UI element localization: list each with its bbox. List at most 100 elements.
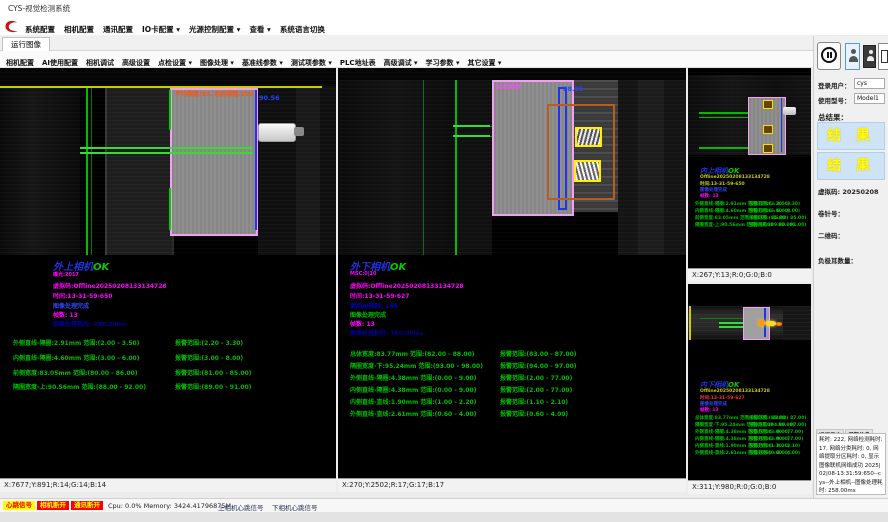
pause-icon xyxy=(821,47,837,63)
yellow-reference-line xyxy=(689,306,691,340)
barcode-line: Offline20250208133134728 xyxy=(700,175,770,180)
model-label: 使用型号： xyxy=(818,95,851,105)
tab-count-label: 负极耳数量： xyxy=(818,255,857,265)
right-view-statusbar: X:270;Y:2502;R:17;G:17;B:17 xyxy=(338,478,686,492)
tab-detect-box xyxy=(763,125,773,134)
ai-time-line: 使用AI耗时: 166 xyxy=(350,301,398,310)
log-output[interactable]: 耗时: 222, 网络检测耗时: 17, 网络分类耗时: 0, 网络提取分区耗时… xyxy=(816,433,886,495)
process-done-line: 图像处理完成 xyxy=(350,310,386,319)
user-icon xyxy=(851,49,856,54)
toolbar: 相机配置AI使用配置相机调试高级设置点检设置 ▾图像处理 ▾基准线参数 ▾测试项… xyxy=(0,51,813,68)
tab-strip: 运行图像 xyxy=(0,35,813,51)
menu-bar: 系统配置相机配置通讯配置IO卡配置 ▾光源控制配置 ▾查看 ▾系统语言切换 xyxy=(0,18,888,35)
heartbeat-badge: 心跳信号 xyxy=(3,501,35,510)
user-icon xyxy=(869,50,873,54)
needle-number-label: 卷针号： xyxy=(818,208,844,218)
measurement-value: 内侧直线-直线:1.90mm 范围:(1.00 - 2.20) xyxy=(350,397,476,406)
lower-camera-heartbeat[interactable]: 下相机心跳信号 xyxy=(272,502,318,512)
connector-part xyxy=(258,123,296,142)
green-measure-line xyxy=(699,147,748,149)
green-measure-line xyxy=(453,125,490,127)
green-measure-line xyxy=(719,322,743,324)
connector-part xyxy=(783,107,796,115)
frame-count-line: 帧数: 13 xyxy=(700,193,719,199)
measurement-alarm: 报警范围:(3.00 - 8.00) xyxy=(175,353,243,362)
user-icon-body xyxy=(867,56,874,61)
measurement-value: 隔圈宽度-下:95.24mm 范围:(93.00 - 98.00) xyxy=(350,361,483,370)
user-button[interactable] xyxy=(863,45,876,68)
measurement-value: 外侧直线-隔圈:2.91mm 范围:(2.00 - 3.50) xyxy=(13,338,139,347)
control-panel: 登录用户： cys 使用型号： Model1 总结果： 结 果 结 果 虚拟码:… xyxy=(813,36,888,498)
green-vertical-line xyxy=(86,88,88,255)
frame-count-line: 帧数: 13 xyxy=(53,310,78,319)
measurement-value: 总体宽度:83.77mm 范围:(82.00 - 88.00) xyxy=(350,349,474,358)
measurement-alarm: 报警范围:(89.00 - 91.00) xyxy=(175,382,252,391)
login-user-value[interactable]: cys xyxy=(854,78,885,89)
tab-detect-box xyxy=(763,144,773,153)
measurement-alarm: 报警范围:(81.00 - 85.00) xyxy=(749,215,806,221)
camera-name: 内上相机 xyxy=(700,167,728,175)
exposure-label: 曝光:2017 xyxy=(53,271,79,278)
measurement-alarm: 报警范围:(83.00 - 87.00) xyxy=(500,349,577,358)
blue-measure-line xyxy=(255,90,257,230)
model-value[interactable]: Model1 xyxy=(854,93,885,104)
measurement-alarm: 报警范围:(2.00 - 77.00) xyxy=(749,429,803,435)
barcode-line: 虚拟码:Offline20250208133134728 xyxy=(350,281,464,290)
connector-tip xyxy=(294,127,304,136)
app-logo-icon xyxy=(4,19,19,36)
measurement-alarm: 报警范围:(2.20 - 3.30) xyxy=(749,201,800,207)
measurement-alarm: 报警范围:(0.60 - 4.00) xyxy=(749,450,800,456)
window-title: CYS-视觉检测系统 xyxy=(0,0,888,18)
bright-blob xyxy=(766,321,776,326)
virtual-code-label: 虚拟码: 20250208 xyxy=(818,186,879,196)
measurement-alarm: 报警范围:(83.00 - 87.00) xyxy=(749,415,806,421)
green-measure-line xyxy=(699,117,748,118)
measurement-alarm: 报警范围:(94.00 - 97.00) xyxy=(749,422,806,428)
barcode-line: 虚拟码:Offline20250208133134728 xyxy=(53,281,167,290)
app-statusbar: 心跳信号 相机断开 通讯断开 Cpu: 0.0% Memory: 3424.41… xyxy=(0,498,888,512)
right-camera-view[interactable]: AI检测框 28.85 外下相机OK MSC:0|10 虚拟码:Offline2… xyxy=(338,68,686,478)
measurement-alarm: 报警范围:(2.20 - 3.30) xyxy=(175,338,243,347)
app-window: { "window": { "title": "CYS-视觉检测系统" }, "… xyxy=(0,0,888,522)
blue-measure-value: 90.56 xyxy=(259,94,280,102)
measurement-alarm: 报警范围:(2.00 - 77.00) xyxy=(500,373,572,382)
mini-camera-view-1[interactable]: 内上相机OK Offline20250208133134728 时间:13-31… xyxy=(688,68,811,268)
elapsed-line: 图像处理耗时: 180.00ms xyxy=(350,328,423,337)
login-button[interactable] xyxy=(845,43,860,70)
qr-code-label: 二维码： xyxy=(818,230,844,240)
measurement-alarm: 报警范围:(0.60 - 4.00) xyxy=(500,409,568,418)
ai-box-label: AI检测框 xyxy=(496,82,521,91)
left-camera-view[interactable]: 平均阈值:93, 动态阈值:100 90.56 外上相机OK 曝光:2017 虚… xyxy=(0,68,336,478)
upper-camera-heartbeat[interactable]: 上相机心跳信号 xyxy=(218,502,264,512)
result-ok-label: OK xyxy=(93,262,109,273)
measurement-value: 内侧直线-隔圈:4.38mm 范围:(0.00 - 9.00) xyxy=(350,385,476,394)
login-user-label: 登录用户： xyxy=(818,80,851,90)
barcode-line: Offline20250208133134728 xyxy=(700,389,770,394)
tab-run-image[interactable]: 运行图像 xyxy=(2,37,50,52)
process-done-line: 图像处理完成 xyxy=(53,301,89,310)
tab-detect-box xyxy=(575,127,602,147)
blue-measure-value: 28.85 xyxy=(563,85,584,93)
bright-blob xyxy=(758,320,766,326)
elapsed-line: 图像处理耗时: 298.00ms xyxy=(53,319,126,328)
green-vertical-line xyxy=(423,80,424,255)
measurement-value: 隔圈宽度-上:90.56mm 范围:(88.00 - 92.00) xyxy=(13,382,146,391)
tab-detect-box xyxy=(574,160,601,182)
time-line: 时间:13-31-59-627 xyxy=(350,291,409,300)
left-view-statusbar: X:7677;Y:891;R:14;G:14;B:14 xyxy=(0,478,336,492)
pause-button[interactable] xyxy=(817,42,841,70)
time-line: 时间:13-31-59-650 xyxy=(53,291,112,300)
measurement-alarm: 报警范围:(2.00 - 77.00) xyxy=(749,436,803,442)
exit-button[interactable] xyxy=(878,43,888,70)
yellow-reference-line xyxy=(0,86,322,88)
green-vertical-line xyxy=(455,80,457,255)
tab-detect-box xyxy=(763,100,773,109)
result-ok-label: OK xyxy=(390,262,406,273)
total-result-box-lower: 结 果 xyxy=(817,152,885,180)
mini-camera-view-2[interactable]: 内下相机OK Offline20250208133134728 时间:13-31… xyxy=(688,284,811,480)
green-edge-segment xyxy=(169,188,171,230)
comm-status-badge: 通讯断开 xyxy=(71,501,103,510)
measurement-alarm: 报警范围:(89.00 - 91.00) xyxy=(749,222,806,228)
image-texture xyxy=(0,68,336,255)
frame-count-line: 帧数: 13 xyxy=(350,319,375,328)
